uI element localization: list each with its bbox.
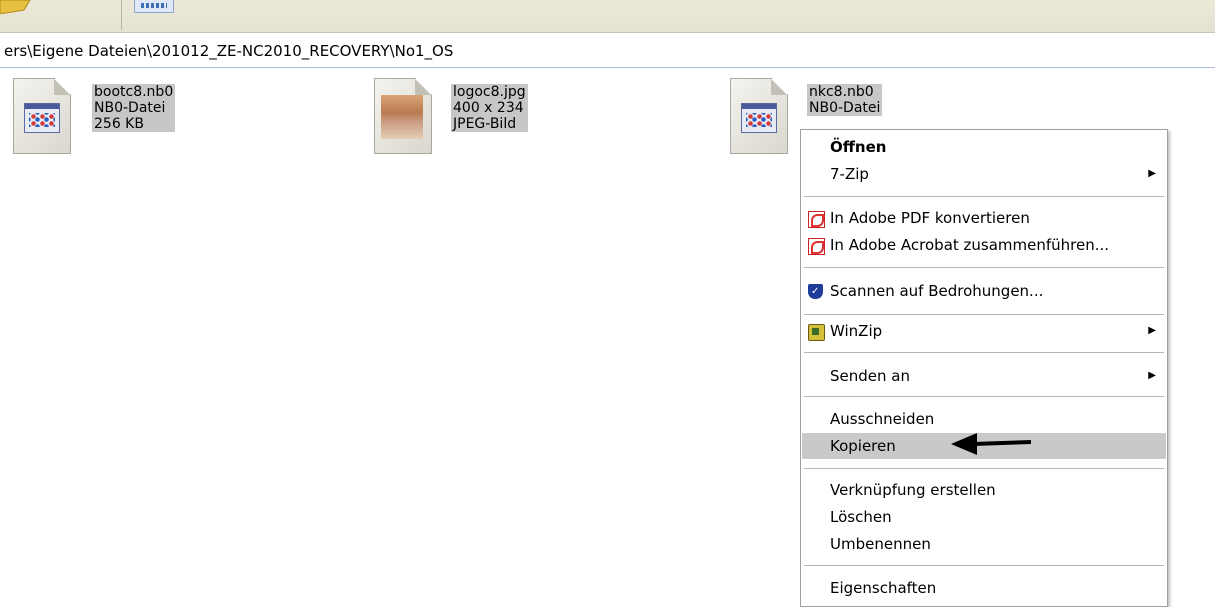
file-name: logoc8.jpg [451,84,528,100]
submenu-arrow-icon: ▶ [1148,370,1156,381]
menu-item-open[interactable]: Öffnen [802,134,1166,160]
submenu-arrow-icon: ▶ [1148,325,1156,336]
menu-item-acrobat-merge[interactable]: In Adobe Acrobat zusammenführen... [802,232,1166,258]
address-bar[interactable]: ers\Eigene Dateien\201012_ZE-NC2010_RECO… [0,37,1215,68]
winzip-icon [808,324,825,341]
menu-item-rename[interactable]: Umbenennen [802,531,1166,557]
adobe-acrobat-icon [808,238,825,255]
jpeg-image-icon[interactable] [374,78,432,154]
file-item-bootc8[interactable]: bootc8.nb0 NB0-Datei 256 KB [13,78,193,160]
file-type: NB0-Datei [92,100,176,116]
toolbar [0,0,1215,33]
menu-separator [804,565,1164,566]
submenu-arrow-icon: ▶ [1148,168,1156,179]
menu-item-send-to[interactable]: Senden an ▶ [802,363,1166,389]
file-type: JPEG-Bild [451,116,528,132]
file-size: 256 KB [92,116,176,132]
menu-item-properties[interactable]: Eigenschaften [802,575,1166,601]
folder-icon[interactable] [0,0,34,14]
menu-separator [804,196,1164,197]
views-icon[interactable] [134,0,174,13]
menu-separator [804,267,1164,268]
toolbar-separator [121,0,122,30]
menu-separator [804,314,1164,315]
file-name: bootc8.nb0 [92,84,176,100]
address-path[interactable]: ers\Eigene Dateien\201012_ZE-NC2010_RECO… [4,42,453,60]
menu-item-winzip[interactable]: WinZip ▶ [802,318,1166,344]
menu-separator [804,352,1164,353]
file-name: nkc8.nb0 [807,84,883,100]
context-menu: Öffnen 7-Zip ▶ In Adobe PDF konvertieren… [800,129,1168,607]
menu-separator [804,468,1164,469]
menu-item-delete[interactable]: Löschen [802,504,1166,530]
adobe-pdf-icon [808,211,825,228]
menu-separator [804,396,1164,397]
menu-item-convert-pdf[interactable]: In Adobe PDF konvertieren [802,205,1166,231]
shield-icon [808,279,823,305]
nb0-file-icon[interactable] [13,78,71,154]
file-item-logoc8[interactable]: logoc8.jpg 400 x 234 JPEG-Bild [374,78,554,160]
annotation-arrow-icon [951,433,1031,455]
menu-item-scan[interactable]: Scannen auf Bedrohungen... [802,278,1166,305]
file-type: NB0-Datei [807,100,883,116]
menu-item-create-shortcut[interactable]: Verknüpfung erstellen [802,477,1166,503]
menu-item-7zip[interactable]: 7-Zip ▶ [802,161,1166,187]
nb0-file-icon[interactable] [730,78,788,154]
file-dimensions: 400 x 234 [451,100,528,116]
